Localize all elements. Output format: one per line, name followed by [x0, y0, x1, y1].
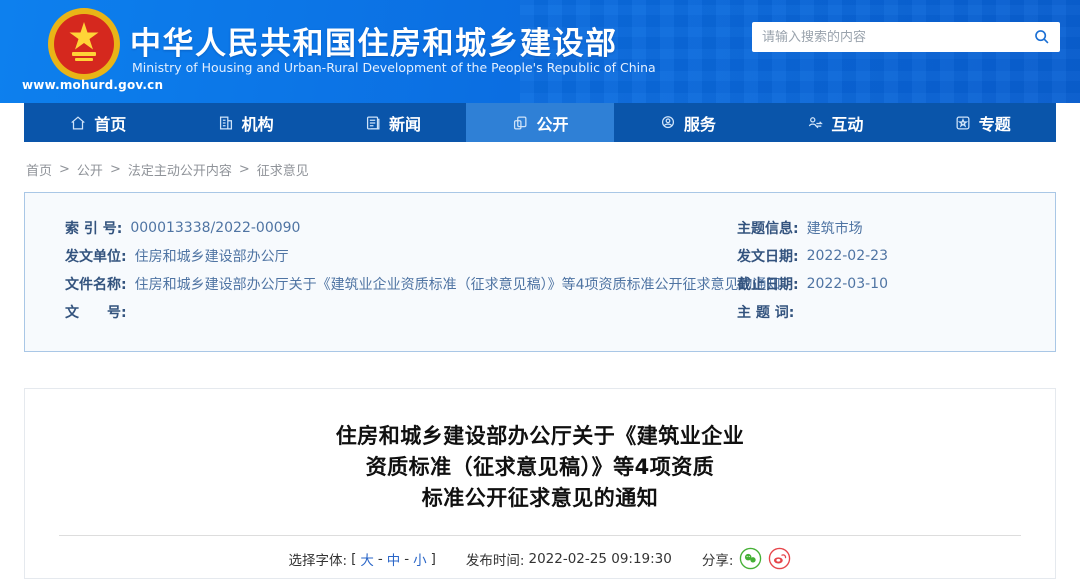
breadcrumb-separator: >	[238, 162, 250, 177]
wechat-share-icon[interactable]	[739, 547, 762, 570]
nav-tab-interaction[interactable]: 互动	[761, 103, 908, 142]
nav-tab-service[interactable]: 服务	[614, 103, 761, 142]
article-toolbar: 选择字体: [ 大 - 中 - 小 ] 发布时间: 2022-02-25 09:…	[25, 547, 1055, 570]
interaction-icon	[806, 114, 824, 132]
meta-label: 文 号:	[65, 305, 127, 321]
search-button[interactable]	[1024, 22, 1060, 52]
meta-column-left: 索 引 号: 000013338/2022-00090 发文单位: 住房和城乡建…	[65, 214, 781, 351]
search-icon	[1033, 28, 1051, 46]
font-size-small-button[interactable]: 小	[413, 549, 427, 569]
site-header: www.mohurd.gov.cn 中华人民共和国住房和城乡建设部 Minist…	[0, 0, 1080, 103]
site-url: www.mohurd.gov.cn	[22, 78, 164, 92]
nav-tab-disclosure[interactable]: 公开	[466, 103, 614, 142]
meta-row-keywords: 主 题 词:	[737, 298, 1055, 326]
publish-time-label: 发布时间:	[465, 552, 525, 569]
dash: -	[404, 550, 410, 567]
font-size-medium-button[interactable]: 中	[387, 549, 401, 569]
search-input[interactable]	[752, 29, 1024, 45]
meta-label: 索 引 号:	[65, 221, 123, 237]
share-icons	[739, 547, 791, 570]
weibo-share-icon[interactable]	[768, 547, 791, 570]
meta-row-index-number: 索 引 号: 000013338/2022-00090	[65, 214, 737, 242]
meta-value: 2022-03-10	[806, 276, 888, 292]
nav-tab-organization[interactable]: 机构	[171, 103, 318, 142]
meta-label: 截止日期:	[737, 277, 799, 293]
bracket-close: ]	[430, 550, 436, 567]
article-title-line: 住房和城乡建设部办公厅关于《建筑业企业	[335, 424, 745, 448]
nav-tab-label: 首页	[94, 114, 127, 134]
meta-row-document-number: 文 号:	[65, 298, 737, 326]
meta-label: 发文日期:	[737, 249, 799, 265]
meta-row-issuing-unit: 发文单位: 住房和城乡建设部办公厅	[65, 242, 737, 270]
share-group: 分享:	[702, 547, 792, 570]
share-label: 分享:	[701, 552, 734, 569]
font-size-selector: 选择字体: [ 大 - 中 - 小 ]	[289, 549, 436, 569]
search-box	[752, 22, 1060, 52]
breadcrumb: 首页 > 公开 > 法定主动公开内容 > 征求意见	[26, 160, 309, 179]
article-card: 住房和城乡建设部办公厅关于《建筑业企业 资质标准（征求意见稿）》等4项资质 标准…	[24, 388, 1056, 579]
dash: -	[377, 550, 383, 567]
nav-tab-label: 服务	[683, 114, 716, 134]
title-divider	[59, 535, 1021, 536]
meta-label: 主题信息:	[737, 221, 799, 237]
special-topic-icon	[954, 114, 972, 132]
article-title: 住房和城乡建设部办公厅关于《建筑业企业 资质标准（征求意见稿）》等4项资质 标准…	[25, 421, 1055, 514]
breadcrumb-link-disclosure[interactable]: 公开	[77, 160, 103, 179]
service-icon	[659, 114, 677, 132]
meta-label: 主 题 词:	[737, 305, 795, 321]
nav-tab-special-topic[interactable]: 专题	[909, 103, 1056, 142]
meta-row-document-name: 文件名称: 住房和城乡建设部办公厅关于《建筑业企业资质标准（征求意见稿）》等4项…	[65, 270, 781, 298]
meta-value: 000013338/2022-00090	[130, 220, 301, 236]
meta-value: 建筑市场	[806, 221, 863, 237]
meta-value: 住房和城乡建设部办公厅关于《建筑业企业资质标准（征求意见稿）》等4项资质标准公开…	[134, 277, 781, 293]
nav-tab-home[interactable]: 首页	[24, 103, 171, 142]
nav-tab-label: 公开	[536, 114, 569, 134]
breadcrumb-link-statutory-content[interactable]: 法定主动公开内容	[128, 160, 232, 179]
breadcrumb-link-solicit-opinions[interactable]: 征求意见	[257, 160, 309, 179]
national-emblem-logo	[46, 6, 122, 82]
disclosure-icon	[511, 114, 529, 132]
nav-tab-label: 机构	[241, 114, 274, 134]
breadcrumb-separator: >	[109, 162, 121, 177]
breadcrumb-link-home[interactable]: 首页	[26, 160, 52, 179]
main-nav: 首页 机构 新闻 公开 服务 互动 专题	[24, 103, 1056, 142]
publish-time-value: 2022-02-25 09:19:30	[528, 550, 672, 567]
font-size-large-button[interactable]: 大	[360, 549, 374, 569]
document-meta-box: 索 引 号: 000013338/2022-00090 发文单位: 住房和城乡建…	[24, 192, 1056, 352]
site-subtitle: Ministry of Housing and Urban-Rural Deve…	[132, 60, 656, 75]
nav-tab-news[interactable]: 新闻	[319, 103, 466, 142]
news-icon	[364, 114, 382, 132]
meta-value: 住房和城乡建设部办公厅	[134, 249, 289, 265]
meta-row-issue-date: 发文日期: 2022-02-23	[737, 242, 1055, 270]
nav-tab-label: 专题	[978, 114, 1011, 134]
meta-label: 文件名称:	[65, 277, 127, 293]
breadcrumb-separator: >	[59, 162, 70, 177]
article-title-line: 资质标准（征求意见稿）》等4项资质	[365, 455, 715, 479]
meta-row-topic-info: 主题信息: 建筑市场	[737, 214, 1055, 242]
meta-label: 发文单位:	[65, 249, 127, 265]
meta-value: 2022-02-23	[806, 248, 888, 264]
nav-tab-label: 新闻	[389, 114, 422, 134]
publish-time: 发布时间: 2022-02-25 09:19:30	[466, 549, 672, 569]
organization-icon	[217, 114, 235, 132]
meta-column-right: 主题信息: 建筑市场 发文日期: 2022-02-23 截止日期: 2022-0…	[737, 214, 1055, 351]
home-icon	[69, 114, 87, 132]
nav-tab-label: 互动	[831, 114, 864, 134]
site-title: 中华人民共和国住房和城乡建设部	[130, 26, 618, 62]
meta-row-deadline-date: 截止日期: 2022-03-10	[737, 270, 1055, 298]
bracket-open: [	[351, 550, 357, 567]
article-title-line: 标准公开征求意见的通知	[421, 486, 659, 510]
font-size-label: 选择字体:	[288, 552, 348, 569]
